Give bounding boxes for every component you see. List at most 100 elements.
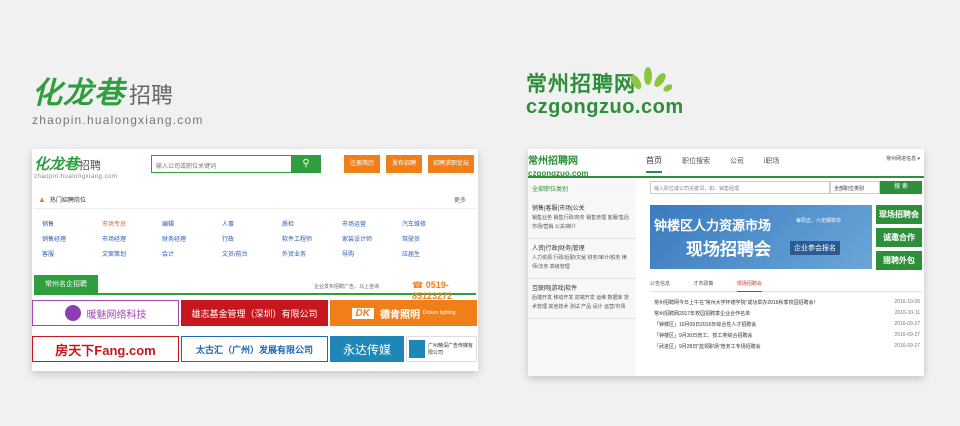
category-group[interactable]: 销售|客服|市场|公关 销售业务 销售行政/商务 销售管理 客服/售后 市场/营…: [528, 199, 636, 239]
nav-home[interactable]: 首页: [646, 156, 662, 173]
logo-en: czgongzuo.com: [526, 96, 684, 118]
company-ad[interactable]: 房天下Fang.com: [32, 336, 179, 362]
list-item[interactable]: 「钟楼区」10月09日2016年综合性人才招聘会 2016-09-27: [654, 321, 920, 332]
more-link[interactable]: 更多: [454, 195, 466, 204]
company-ad[interactable]: 暖魅网络科技: [32, 300, 179, 326]
job-link[interactable]: 会计: [162, 249, 222, 258]
company-name: 德肯照明: [379, 309, 420, 321]
search-button[interactable]: 搜 索: [880, 181, 922, 194]
city-select[interactable]: 常州网进信息 ▾: [886, 155, 920, 162]
job-link[interactable]: 财务经理: [162, 234, 222, 243]
list-item[interactable]: 「武进区」9月28日“蓝领职场”普务工专场招聘会 2016-09-27: [654, 343, 920, 354]
tab-announcements[interactable]: 公告信息: [650, 281, 670, 287]
banner-title: 钟楼区人力资源市场: [654, 218, 772, 233]
dk-logo-icon: DK: [351, 307, 374, 319]
job-link[interactable]: 文员/前台: [222, 249, 282, 258]
headhunting-button[interactable]: 猎聘外包: [876, 251, 922, 270]
job-fair-banner[interactable]: 钟楼区人力资源市场 现场招聘会 每周五、六定期举办 企业参会报名: [650, 205, 872, 269]
news-date: 2016-09-27: [894, 343, 920, 349]
job-link[interactable]: 质检: [282, 219, 342, 228]
company-name: 太古汇（广州）发展有限公司: [195, 344, 313, 355]
search-button[interactable]: ⚲: [291, 155, 321, 173]
hualongxiang-logo: 化龙巷 招聘 zhaopin.hualongxiang.com: [32, 68, 204, 127]
job-link[interactable]: 汽车维修: [402, 219, 462, 228]
category-title: 互联网|游戏|软件: [532, 286, 578, 292]
tab-job-fair[interactable]: 现场招聘会: [736, 281, 762, 292]
category-items: 后端开发 移动开发 前端开发 运维 数据库 技术管理 其他技术 测试 产品 设计…: [532, 295, 629, 310]
company-sub: Dicken lighting: [422, 310, 456, 316]
all-categories-title[interactable]: 全部职位类别: [528, 178, 636, 199]
job-link[interactable]: 销售: [42, 219, 102, 228]
job-link[interactable]: 市场专员: [102, 219, 162, 228]
header-logo[interactable]: 化龙巷招聘 zhaopin.hualongxiang.com: [34, 153, 117, 180]
company-logo-icon: [64, 305, 81, 321]
ad-consult-text: 企业发布招聘广告，马上咨询: [314, 284, 380, 290]
job-link[interactable]: 编辑: [162, 219, 222, 228]
post-job-button[interactable]: 发布招聘: [386, 155, 422, 173]
job-link[interactable]: 客服: [42, 249, 102, 258]
job-link[interactable]: 驾驶员: [402, 234, 462, 243]
hot-jobs-header: ▲ 热门招聘岗位 更多: [34, 189, 476, 209]
job-link[interactable]: 市场经理: [102, 234, 162, 243]
hot-jobs-title: 热门招聘岗位: [49, 198, 86, 204]
famous-companies-tab[interactable]: 常州名企招聘: [34, 275, 98, 295]
phone-icon: ☎: [412, 280, 424, 290]
tab-policy[interactable]: 才市政策: [693, 281, 713, 287]
nav-job-search[interactable]: 职位搜索: [682, 158, 710, 165]
czgongzuo-logo: 常州招聘网 czgongzuo.com: [526, 67, 684, 119]
job-link[interactable]: 市场运营: [342, 219, 402, 228]
cooperation-button[interactable]: 诚邀合作: [876, 228, 922, 247]
company-name: 雄志基金管理（深圳）有限公司: [191, 308, 318, 319]
job-link[interactable]: 家装设计师: [342, 234, 402, 243]
category-select[interactable]: 全部职位类别: [830, 181, 880, 194]
company-ad[interactable]: DK 德肯照明 Dicken lighting: [330, 300, 477, 326]
job-fair-button[interactable]: 现场招聘会: [876, 205, 922, 224]
hualongxiang-screenshot: 化龙巷招聘 zhaopin.hualongxiang.com 输入公司或职位关键…: [32, 149, 478, 371]
news-date: 2016-09-27: [894, 321, 920, 327]
company-name: 暖魅网络科技: [86, 309, 147, 321]
news-tabs: 公告信息 才市政策 现场招聘会: [650, 280, 922, 292]
company-name: 广州精深广告传媒有限公司: [428, 343, 474, 356]
category-group[interactable]: 人资|行政|财务|管理 人力资源 行政/后勤/文秘 财务/审计/税务 律师/法务…: [528, 239, 636, 279]
news-date: 2016-10-11: [894, 310, 920, 316]
company-ad[interactable]: 永达传媒: [330, 336, 404, 362]
job-link[interactable]: 人事: [222, 219, 282, 228]
news-date: 2016-09-27: [894, 332, 920, 338]
logo-url: zhaopin.hualongxiang.com: [32, 113, 204, 127]
list-item[interactable]: 常州招聘网2017年校园招聘季企业合作名单 2016-10-11: [654, 310, 920, 321]
city-label: 常州网进信息: [886, 156, 917, 162]
czgongzuo-screenshot: 常州招聘网 czgongzuo.com 首页 职位搜索 公司 i职场 常州网进信…: [528, 149, 924, 376]
category-group[interactable]: 互联网|游戏|软件 后端开发 移动开发 前端开发 运维 数据库 技术管理 其他技…: [528, 279, 636, 319]
job-link[interactable]: 应届生: [402, 249, 462, 258]
job-link[interactable]: 行政: [222, 234, 282, 243]
news-title: 常州招聘网今日上午在“常州大学怀德学院”成功举办2016秋季校园招聘会！: [654, 300, 819, 306]
banner-subtitle: 现场招聘会: [686, 240, 771, 259]
job-link[interactable]: 外贸业务: [282, 249, 342, 258]
forum-button[interactable]: 招聘求职论坛: [428, 155, 474, 173]
company-ad[interactable]: 雄志基金管理（深圳）有限公司: [181, 300, 328, 326]
list-item[interactable]: 「钟楼区」9月30日普工、技工类综合招聘会 2016-09-27: [654, 332, 920, 343]
job-link[interactable]: 导购: [342, 249, 402, 258]
search-input[interactable]: 输入职位或公司关键词，如：销售经理: [650, 181, 830, 194]
header-logo[interactable]: 常州招聘网 czgongzuo.com: [528, 151, 588, 178]
job-link[interactable]: 软件工程师: [282, 234, 342, 243]
chevron-down-icon: ▾: [917, 156, 920, 162]
nav-company[interactable]: 公司: [730, 158, 744, 165]
category-sidebar: 全部职位类别 销售|客服|市场|公关 销售业务 销售行政/商务 销售管理 客服/…: [528, 178, 636, 376]
news-title: 常州招聘网2017年校园招聘季企业合作名单: [654, 311, 751, 317]
category-items: 销售业务 销售行政/商务 销售管理 客服/售后 市场/营销 公关/媒介: [532, 215, 629, 230]
nav-workplace[interactable]: i职场: [764, 158, 780, 165]
company-ad[interactable]: 太古汇（广州）发展有限公司: [181, 336, 328, 362]
header-logo-url: zhaopin.hualongxiang.com: [34, 174, 118, 180]
register-resume-button[interactable]: 注册简历: [344, 155, 380, 173]
company-ad[interactable]: 广州精深广告传媒有限公司: [406, 336, 477, 362]
list-item[interactable]: 常州招聘网今日上午在“常州大学怀德学院”成功举办2016秋季校园招聘会！ 2016…: [654, 299, 920, 310]
company-name: 永达传媒: [342, 342, 391, 357]
search-icon: ⚲: [302, 158, 310, 169]
job-link[interactable]: 销售经理: [42, 234, 102, 243]
header-logo-sub: 招聘: [79, 160, 102, 172]
banner-register: 企业参会报名: [790, 241, 840, 255]
company-name: 房天下Fang.com: [55, 342, 156, 358]
main-nav: 首页 职位搜索 公司 i职场: [646, 155, 797, 173]
job-link[interactable]: 文案策划: [102, 249, 162, 258]
